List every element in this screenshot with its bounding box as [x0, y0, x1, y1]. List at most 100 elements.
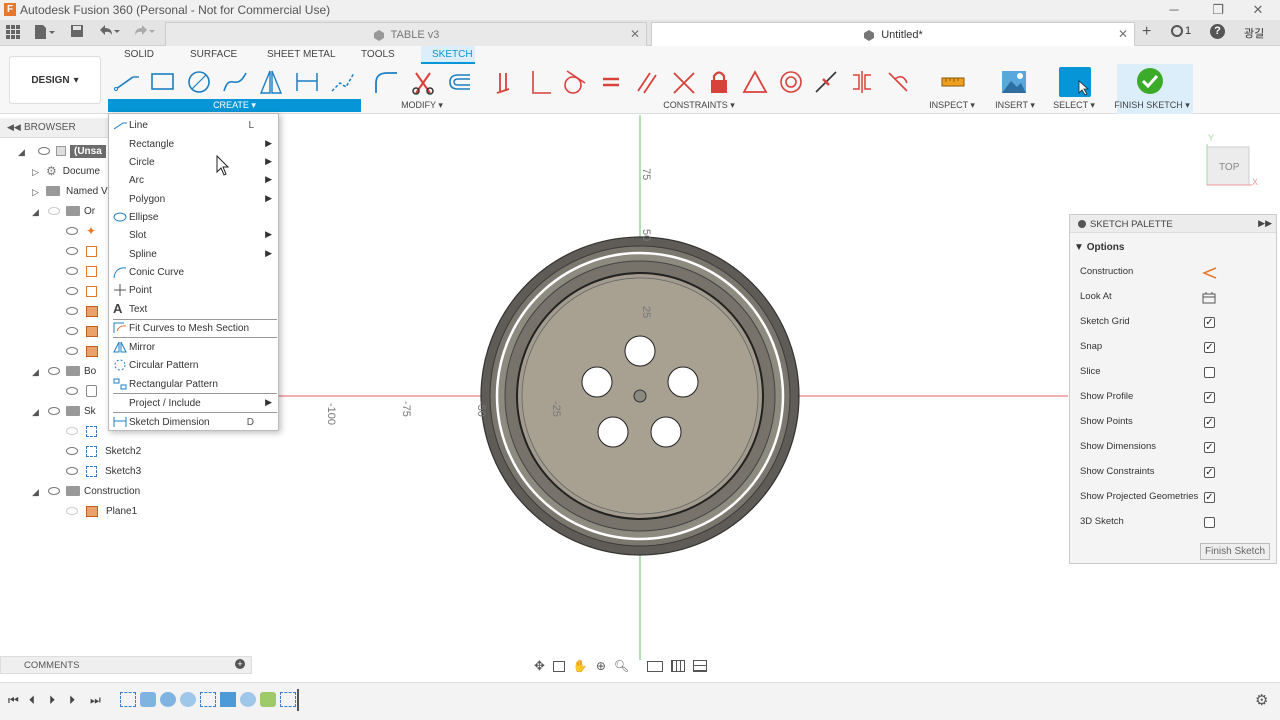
select-group-dropdown[interactable]: SELECT ▾ — [1050, 100, 1098, 111]
viewcube[interactable]: TOP Y X — [1206, 133, 1258, 187]
button-hole[interactable] — [650, 416, 682, 448]
palette-row-look-at[interactable]: Look At — [1080, 291, 1270, 307]
palette-row-construction[interactable]: Construction — [1080, 266, 1270, 282]
menu-item-rectangular-pattern[interactable]: Rectangular Pattern — [109, 375, 278, 393]
palette-header[interactable]: SKETCH PALETTE ▶▶ — [1070, 215, 1276, 233]
menu-item-polygon[interactable]: Polygon ▶ — [109, 190, 278, 208]
app-grid-icon[interactable] — [6, 25, 20, 39]
trim-tool-icon[interactable] — [410, 69, 436, 95]
grid-settings-icon[interactable] — [671, 660, 686, 672]
mirror-tool-icon[interactable] — [258, 69, 284, 95]
fix-lock-constraint-icon[interactable] — [706, 69, 732, 95]
close-button[interactable]: ✕ — [1248, 2, 1268, 18]
browser-item-sketches[interactable]: ◢ Sk — [32, 402, 110, 420]
timeline-revolve-icon[interactable] — [160, 692, 176, 707]
fillet-tool-icon[interactable] — [373, 69, 399, 95]
play-icon[interactable]: ⏵ — [49, 693, 55, 708]
visibility-eye-icon[interactable] — [66, 507, 78, 515]
expand-triangle-icon[interactable]: ▷ — [32, 167, 40, 177]
timeline-feature-icon[interactable] — [240, 692, 256, 707]
browser-root-item[interactable]: ◢ (Unsa — [16, 142, 110, 160]
measure-tool-icon[interactable] — [940, 69, 966, 95]
browser-item-origin[interactable]: ◢ Or — [32, 202, 110, 220]
body-item[interactable] — [66, 382, 97, 400]
menu-item-conic-curve[interactable]: Conic Curve — [109, 263, 278, 281]
viewports-icon[interactable] — [693, 660, 708, 672]
collapse-browser-icon[interactable]: ◀◀ — [7, 122, 21, 133]
button-hole[interactable] — [624, 335, 656, 367]
visibility-eye-icon[interactable] — [66, 467, 78, 475]
curvature-constraint-icon[interactable] — [885, 69, 911, 95]
close-tab-icon[interactable]: ✕ — [1118, 27, 1128, 41]
tab-sheet-metal[interactable]: SHEET METAL — [267, 49, 336, 60]
workspace-switcher[interactable]: DESIGN ▾ — [9, 56, 101, 104]
timeline-fillet-icon[interactable] — [260, 692, 276, 707]
menu-item-text[interactable]: A Text — [109, 300, 278, 318]
browser-item-bodies[interactable]: ◢ Bo — [32, 362, 110, 380]
timeline-extrude-icon[interactable] — [140, 692, 156, 707]
user-account[interactable]: 광길 — [1244, 25, 1264, 41]
gear-icon[interactable]: ⚙ — [1255, 691, 1268, 709]
visibility-eye-icon[interactable] — [66, 247, 78, 255]
tab-solid[interactable]: SOLID — [124, 49, 154, 60]
collapse-triangle-icon[interactable]: ◢ — [32, 207, 40, 217]
menu-item-point[interactable]: Point — [109, 281, 278, 299]
go-to-start-icon[interactable]: ⏮ — [8, 693, 19, 708]
go-to-end-icon[interactable]: ⏭ — [90, 693, 101, 708]
tab-untitled[interactable]: Untitled* ✕ — [651, 22, 1135, 46]
add-comment-icon[interactable]: + — [235, 659, 245, 669]
project-include-tool-icon[interactable] — [330, 69, 356, 95]
collapse-triangle-icon[interactable]: ◢ — [18, 147, 26, 157]
menu-item-rectangle[interactable]: Rectangle ▶ — [109, 135, 278, 153]
browser-panel-header[interactable]: ◀◀ BROWSER — [0, 118, 110, 138]
visibility-eye-icon[interactable] — [66, 267, 78, 275]
display-settings-icon[interactable] — [647, 660, 664, 672]
modify-group-dropdown[interactable]: MODIFY ▾ — [395, 100, 449, 111]
tab-tools[interactable]: TOOLS — [361, 49, 395, 60]
tangent-constraint-icon[interactable] — [561, 69, 587, 95]
visibility-eye-icon[interactable] — [66, 227, 78, 235]
show-projected-geometries-checkbox[interactable]: ✓ — [1204, 492, 1215, 503]
palette-pin-icon[interactable] — [1078, 220, 1086, 228]
job-status-button[interactable]: 1 — [1171, 25, 1191, 37]
tab-table-v3[interactable]: TABLE v3 ✕ — [165, 22, 647, 46]
palette-row-slice[interactable]: Slice — [1080, 366, 1270, 382]
restore-button[interactable]: ❐ — [1208, 2, 1228, 18]
palette-row-sketch-grid[interactable]: Sketch Grid ✓ — [1080, 316, 1270, 332]
visibility-eye-icon[interactable] — [66, 327, 78, 335]
zoom-icon[interactable]: 🔍︎ — [614, 659, 629, 673]
select-tool-icon[interactable] — [1059, 67, 1091, 97]
insert-group-dropdown[interactable]: INSERT ▾ — [992, 100, 1038, 111]
palette-row-show-constraints[interactable]: Show Constraints ✓ — [1080, 466, 1270, 482]
construction-icon[interactable] — [1202, 266, 1218, 279]
comments-panel[interactable]: COMMENTS + — [0, 656, 252, 674]
spline-tool-icon[interactable] — [222, 69, 248, 95]
finish-sketch-button[interactable]: Finish Sketch — [1200, 543, 1270, 560]
tab-surface[interactable]: SURFACE — [190, 49, 237, 60]
timeline-extrude-icon[interactable] — [220, 692, 236, 707]
look-at-icon[interactable] — [1202, 291, 1216, 304]
menu-item-sketch-dimension[interactable]: Sketch Dimension D — [109, 413, 278, 431]
show-dimensions-checkbox[interactable]: ✓ — [1204, 442, 1215, 453]
button-hole[interactable] — [581, 366, 613, 398]
browser-item-named-views[interactable]: ▷ Named V — [32, 182, 110, 200]
new-tab-icon[interactable]: + — [1142, 23, 1151, 41]
create-group-dropdown[interactable]: CREATE ▾ — [108, 99, 361, 112]
browser-item-document-settings[interactable]: ▷ ⚙ Docume — [32, 162, 110, 180]
origin-axis-item[interactable] — [66, 262, 97, 280]
palette-row-show-projected-geometries[interactable]: Show Projected Geometries ✓ — [1080, 491, 1270, 507]
origin-plane-item[interactable] — [66, 322, 98, 340]
inspect-group-dropdown[interactable]: INSPECT ▾ — [926, 100, 978, 111]
visibility-eye-icon[interactable] — [66, 427, 78, 435]
slice-checkbox[interactable] — [1204, 367, 1215, 378]
coincident-constraint-icon[interactable] — [492, 69, 518, 95]
rectangle-tool-icon[interactable] — [150, 69, 176, 95]
visibility-eye-icon[interactable] — [48, 207, 60, 215]
midpoint-constraint-icon[interactable] — [813, 69, 839, 95]
plane1-item[interactable]: Plane1 — [66, 502, 137, 520]
3d-sketch-checkbox[interactable] — [1204, 517, 1215, 528]
timeline-feature-icon[interactable] — [180, 692, 196, 707]
origin-axis-item[interactable] — [66, 242, 97, 260]
palette-row-snap[interactable]: Snap ✓ — [1080, 341, 1270, 357]
checkmark-icon[interactable] — [1136, 67, 1164, 95]
